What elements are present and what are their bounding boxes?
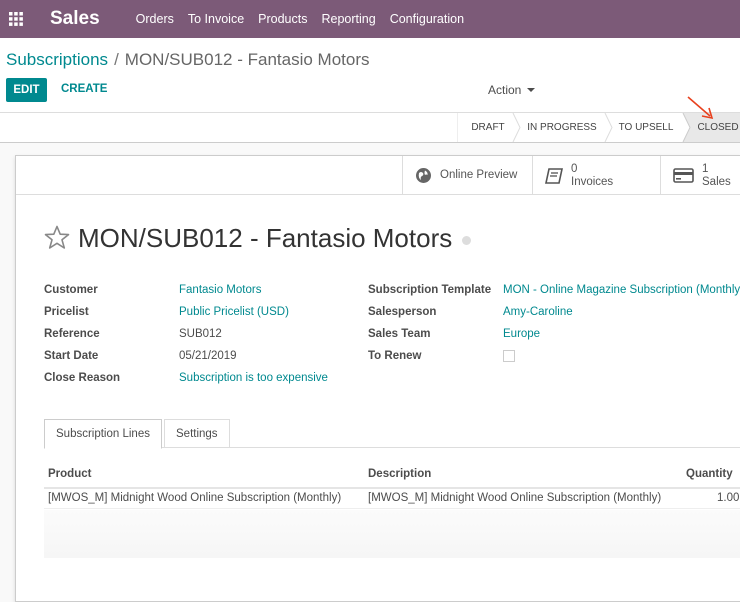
tab-settings[interactable]: Settings <box>164 419 230 448</box>
record-title: MON/SUB012 - Fantasio Motors <box>78 223 453 253</box>
online-preview-label: Online Preview <box>440 169 518 181</box>
sales-text: 1 Sales <box>702 163 731 189</box>
sales-count: 1 <box>702 162 709 175</box>
control-panel: Subscriptions / MON/SUB012 - Fantasio Moto… <box>0 38 740 113</box>
menu-products[interactable]: Products <box>258 12 307 26</box>
stage-in-progress[interactable]: IN PROGRESS <box>521 113 603 142</box>
salesperson-label: Salesperson <box>368 306 437 318</box>
to-renew-label: To Renew <box>368 350 422 362</box>
row-product[interactable]: [MWOS_M] Midnight Wood Online Subscripti… <box>48 492 341 504</box>
invoices-label: Invoices <box>571 175 614 188</box>
apps-grid-icon[interactable] <box>2 0 30 38</box>
stage-draft[interactable]: DRAFT <box>459 113 517 142</box>
start-date-value: 05/21/2019 <box>179 350 237 362</box>
app-title[interactable]: Sales <box>50 8 100 30</box>
pricelist-label: Pricelist <box>44 306 89 318</box>
close-reason-label: Close Reason <box>44 372 121 384</box>
breadcrumb: Subscriptions / MON/SUB012 - Fantasio Moto… <box>6 50 370 70</box>
menu-orders[interactable]: Orders <box>136 12 174 26</box>
action-dropdown-label: Action <box>488 83 522 97</box>
status-dot-icon[interactable] <box>462 236 472 245</box>
empty-table-rows <box>44 510 740 558</box>
column-product[interactable]: Product <box>48 468 91 480</box>
breadcrumb-subscriptions-link[interactable]: Subscriptions <box>6 50 108 69</box>
sales-team-label: Sales Team <box>368 328 431 340</box>
row-quantity[interactable]: 1.00 <box>717 492 739 504</box>
online-preview-button[interactable]: Online Preview <box>402 156 532 195</box>
invoices-count: 0 <box>571 162 578 175</box>
annotation-arrow-icon <box>687 96 714 120</box>
star-icon[interactable] <box>44 225 70 253</box>
column-quantity[interactable]: Quantity <box>686 468 733 480</box>
reference-value: SUB012 <box>179 328 222 340</box>
subscription-template-link[interactable]: MON - Online Magazine Subscription (Mont… <box>503 284 740 296</box>
menu-to-invoice[interactable]: To Invoice <box>188 12 244 26</box>
close-reason-link[interactable]: Subscription is too expensive <box>179 372 328 384</box>
customer-link[interactable]: Fantasio Motors <box>179 284 261 296</box>
customer-label: Customer <box>44 284 98 296</box>
subscription-template-label: Subscription Template <box>368 284 492 296</box>
tab-subscription-lines[interactable]: Subscription Lines <box>44 419 162 449</box>
globe-icon <box>415 167 432 184</box>
edit-button[interactable]: EDIT <box>6 78 47 102</box>
reference-label: Reference <box>44 328 100 340</box>
smart-buttons-row: Online Preview 0 Invoices 1 Sales <box>16 156 740 195</box>
invoices-button[interactable]: 0 Invoices <box>532 156 660 195</box>
record-title-row: MON/SUB012 - Fantasio Motors <box>44 223 472 254</box>
pricelist-link[interactable]: Public Pricelist (USD) <box>179 306 289 318</box>
sales-label: Sales <box>702 175 731 188</box>
to-renew-checkbox[interactable] <box>503 350 515 362</box>
sales-team-link[interactable]: Europe <box>503 328 540 340</box>
breadcrumb-separator: / <box>114 50 119 69</box>
status-bar: DRAFT IN PROGRESS TO UPSELL CLOSED <box>0 113 740 143</box>
salesperson-link[interactable]: Amy-Caroline <box>503 306 573 318</box>
form-sheet: Online Preview 0 Invoices 1 Sales MON/SUB0… <box>15 155 740 602</box>
credit-card-icon <box>673 168 694 183</box>
create-button[interactable]: CREATE <box>61 83 107 95</box>
breadcrumb-current: MON/SUB012 - Fantasio Motors <box>124 50 370 69</box>
caret-down-icon <box>527 88 536 92</box>
stage-to-upsell[interactable]: TO UPSELL <box>613 113 679 142</box>
menu-configuration[interactable]: Configuration <box>390 12 464 26</box>
sales-button[interactable]: 1 Sales <box>660 156 740 195</box>
invoices-text: 0 Invoices <box>571 163 613 189</box>
column-description[interactable]: Description <box>368 468 431 480</box>
row-description[interactable]: [MWOS_M] Midnight Wood Online Subscripti… <box>368 492 661 504</box>
book-icon <box>545 167 563 184</box>
table-header-divider <box>44 487 740 489</box>
start-date-label: Start Date <box>44 350 99 362</box>
menu-reporting[interactable]: Reporting <box>321 12 375 26</box>
action-dropdown[interactable]: Action <box>488 83 536 97</box>
top-navbar: Sales Orders To Invoice Products Reporti… <box>0 0 740 38</box>
